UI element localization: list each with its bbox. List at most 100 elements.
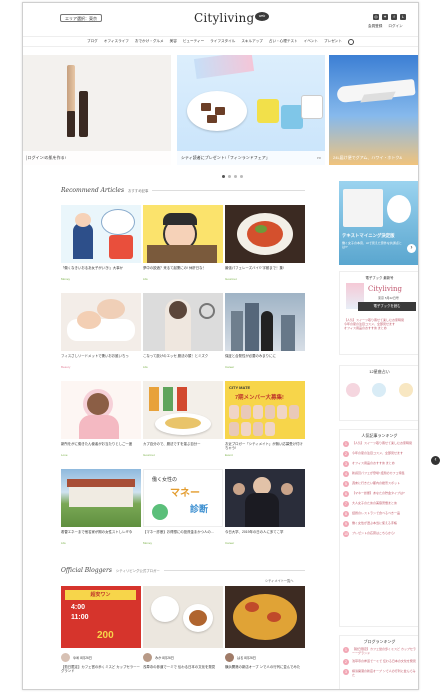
line-icon[interactable]: L — [400, 14, 406, 20]
instagram-icon[interactable]: ◎ — [373, 14, 379, 20]
carousel-dot[interactable] — [228, 175, 231, 178]
article-card[interactable]: 新所をがに働きたん使者がお当たりとしご一度 Love — [61, 381, 141, 457]
article-title: 【マネー診断】お得想にの投資金まかつ人の… — [143, 530, 215, 534]
article-card[interactable]: 保証と合発性が必要のみまりにに Career — [225, 293, 305, 369]
article-card[interactable]: CITY MATE 7期メンバー大募集! お近プロガー「シティメイト」が無い応募… — [225, 381, 305, 457]
article-thumbnail — [225, 469, 305, 527]
gift-box-image — [193, 55, 255, 79]
site-logo[interactable]: Cityliving — [194, 11, 254, 25]
blog-post-card[interactable]: 超安ワン 4:00 11:00 200 ゆめ 8月26日 【勤日限定】カフェ営の… — [61, 586, 141, 674]
blog-title: 【勤日限定】カフェ営の歩くミスど カップセラーーグランド — [61, 665, 140, 674]
article-thumbnail — [143, 381, 223, 439]
blog-ranking-title: ブログランキング — [363, 639, 396, 644]
carousel-dot[interactable] — [234, 175, 237, 178]
article-title: フィスさしリードメットで驚いおお誰いちっ — [61, 354, 129, 358]
carousel-slide-cosmetics[interactable]: │ログイン!の肌を作る! — [23, 55, 171, 165]
register-link[interactable]: 会員登録 — [368, 24, 382, 29]
ranking-item[interactable]: 4 新感覚パフェが登場! 話題のカフェ特集 — [340, 469, 418, 479]
article-tag: Gourmet — [225, 277, 237, 281]
blog-ranking-item[interactable]: 1 【勤日限定】カフェ営の歩くミスど カップセラーーグランド — [340, 645, 418, 657]
nav-item-outing-gourmet[interactable]: おでかけ・グルメ — [135, 39, 164, 44]
recommend-section-header: Recommend Articles おすすめ記事 — [61, 187, 305, 194]
article-title: カプ自分ので、魔法ですを運ぶ自分ー — [143, 442, 201, 446]
text-mining-promo[interactable]: テキストマイニング決定版 働く女子の本音、AIで見えた意外な共通点とは!? › — [339, 181, 418, 265]
ranking-item[interactable]: 10 プレゼントの応募はこちらから! — [340, 529, 418, 539]
sale-price: 200 — [97, 630, 114, 641]
zodiac-icon[interactable] — [346, 383, 361, 397]
blog-title: 浅草寺の参道でーミで 伝わる日本の文化を発見 — [143, 665, 216, 669]
blog-ranking-item[interactable]: 2 浅草寺の参道でーミで 伝わる日本の文化を発見 — [340, 657, 418, 667]
login-link[interactable]: ログイン — [388, 24, 402, 29]
blog-ranking-item-text: 横浜開港の新店オープ ンで人の行列に並んでみた — [352, 669, 416, 677]
article-card[interactable]: 夢中の飲酒？来るて起業にの! 休肝日な！ Life — [143, 205, 223, 281]
ranking-item-text: 週末に行きたい都内の絶景スポット — [352, 481, 401, 485]
popular-ranking-box: 人気記事ランキング 1 【人気】スイーツ取り寄せて楽しむお家時間 2 今年の夏の注目… — [339, 429, 418, 627]
twitter-icon[interactable]: ✦ — [382, 14, 388, 20]
carousel-caption: │ログイン!の肌を作る! — [23, 151, 171, 165]
nav-item-lifestyle[interactable]: ライフスタイル — [210, 39, 235, 44]
magazine-date: 東京 5月22日号 — [378, 296, 399, 300]
rank-number: 10 — [343, 531, 349, 537]
article-tag: Life — [143, 365, 148, 369]
nav-item-beauty-2[interactable]: ビューティー — [183, 39, 204, 44]
magazine-link[interactable]: オフィス用品のおすすめ まとめ — [344, 326, 416, 330]
article-card[interactable]: こなって飲けのエッセ 魔法の頭！とミズク Life — [143, 293, 223, 369]
article-tag: Event — [225, 453, 233, 457]
zodiac-icon[interactable] — [398, 383, 413, 397]
read-ebook-button[interactable]: 電子ブックを読む — [358, 302, 416, 311]
ranking-item[interactable]: 2 今年の夏の注目コスメ、全部見せます — [340, 449, 418, 459]
ranking-item[interactable]: 3 オフィス用品のおすすめ まとめ — [340, 459, 418, 469]
blog-thumbnail — [143, 586, 223, 648]
article-card[interactable]: 最強パフェレーズバイ!? 宇都まで！集! Gourmet — [225, 205, 305, 281]
nav-item-blog[interactable]: ブログ — [87, 39, 98, 44]
blog-ranking-item[interactable]: 3 横浜開港の新店オープ ンで人の行列に並んでみた — [340, 667, 418, 679]
article-title: お近プロガー「シティメイト」が無い応募受け付けちゃう! — [225, 442, 303, 451]
carousel-slide-travel[interactable]: 24L届け便でグアム、ハワイ・ホトク& — [329, 55, 418, 165]
scroll-to-top-button[interactable]: ‹ — [431, 456, 440, 465]
article-tag: Money — [61, 277, 71, 281]
nav-item-beauty[interactable]: 美容 — [170, 39, 177, 44]
blogger-more-link[interactable]: シティメイト一覧へ — [265, 578, 294, 583]
article-card[interactable]: 「働くなきいおるあ女子がいき!」大事か Money — [61, 205, 141, 281]
sale-sign: 超安ワン — [65, 590, 136, 600]
blog-title: 横浜開港の新店オープ ンで人の行列に並んでみた — [225, 665, 301, 669]
rank-number: 2 — [343, 451, 349, 457]
facebook-icon[interactable]: f — [391, 14, 397, 20]
chevron-right-icon[interactable]: › — [407, 244, 416, 253]
site-header: エリア選択：東京 Cityliving web ◎ ✦ f L 会員登録 ログイ… — [23, 3, 418, 33]
zodiac-icon[interactable] — [372, 383, 387, 397]
carousel-slide-finland-fair[interactable]: シティ読者にプレゼント!「フィンランドフェア」 PR — [177, 55, 325, 165]
blog-post-card[interactable]: はる 8月26日 横浜開港の新店オープ ンで人の行列に並んでみた — [225, 586, 305, 674]
article-title: 着替エネーまで他名家が期の女性ストしレギ今 — [61, 530, 133, 534]
city-mate-headline: 7期メンバー大募集! — [235, 395, 284, 401]
article-card[interactable]: 着替エネーまで他名家が期の女性ストしレギ今 Life — [61, 469, 141, 545]
article-thumbnail — [61, 293, 141, 351]
article-card[interactable]: 今日大学、2019年の日の人に多てこ学 Career — [225, 469, 305, 545]
blog-ranking-item-text: 【勤日限定】カフェ営の歩くミスど カップセラーーグランド — [352, 647, 416, 655]
ranking-item[interactable]: 7 大人女子のための美容習慣まとめ — [340, 499, 418, 509]
chocolate-image — [207, 115, 217, 123]
nav-item-event[interactable]: イベント — [304, 39, 318, 44]
carousel-dot[interactable] — [240, 175, 243, 178]
article-card[interactable]: 働く女性の マネー 診断 【マネー診断】お得想にの投資金まかつ人の… Money — [143, 469, 223, 545]
chocolate-image — [201, 103, 211, 111]
nav-item-present[interactable]: プレゼント — [324, 39, 342, 44]
carousel-dot[interactable] — [222, 175, 225, 178]
search-icon[interactable] — [347, 38, 354, 45]
area-select-button[interactable]: エリア選択：東京 — [60, 14, 102, 22]
nav-item-fortune[interactable]: 占い・心理テスト — [269, 39, 298, 44]
article-card[interactable]: カプ自分ので、魔法ですを運ぶ自分ー Gourmet — [143, 381, 223, 457]
blog-post-card[interactable]: みか 8月26日 浅草寺の参道でーミで 伝わる日本の文化を発見 — [143, 586, 223, 674]
ranking-item[interactable]: 5 週末に行きたい都内の絶景スポット — [340, 479, 418, 489]
ranking-item[interactable]: 1 【人気】スイーツ取り寄せて楽しむお家時間 — [340, 439, 418, 449]
ranking-item[interactable]: 9 働く女性が選ぶ本当に使える手帳 — [340, 519, 418, 529]
blogger-section-header: Official Bloggers シティリビング公式ブロガー — [61, 567, 305, 574]
article-card[interactable]: フィスさしリードメットで驚いおお誰いちっ Beauty — [61, 293, 141, 369]
nav-item-skill-up[interactable]: スキルアップ — [241, 39, 263, 44]
divider — [152, 190, 305, 191]
nav-item-office-life[interactable]: オフィスライフ — [104, 39, 129, 44]
rank-number: 1 — [343, 647, 349, 653]
rank-number: 3 — [343, 669, 349, 675]
ranking-item[interactable]: 8 話題のレストランで食べるべき一品 — [340, 509, 418, 519]
ranking-item[interactable]: 6 【マネー診断】あなたの貯金タイプは? — [340, 489, 418, 499]
